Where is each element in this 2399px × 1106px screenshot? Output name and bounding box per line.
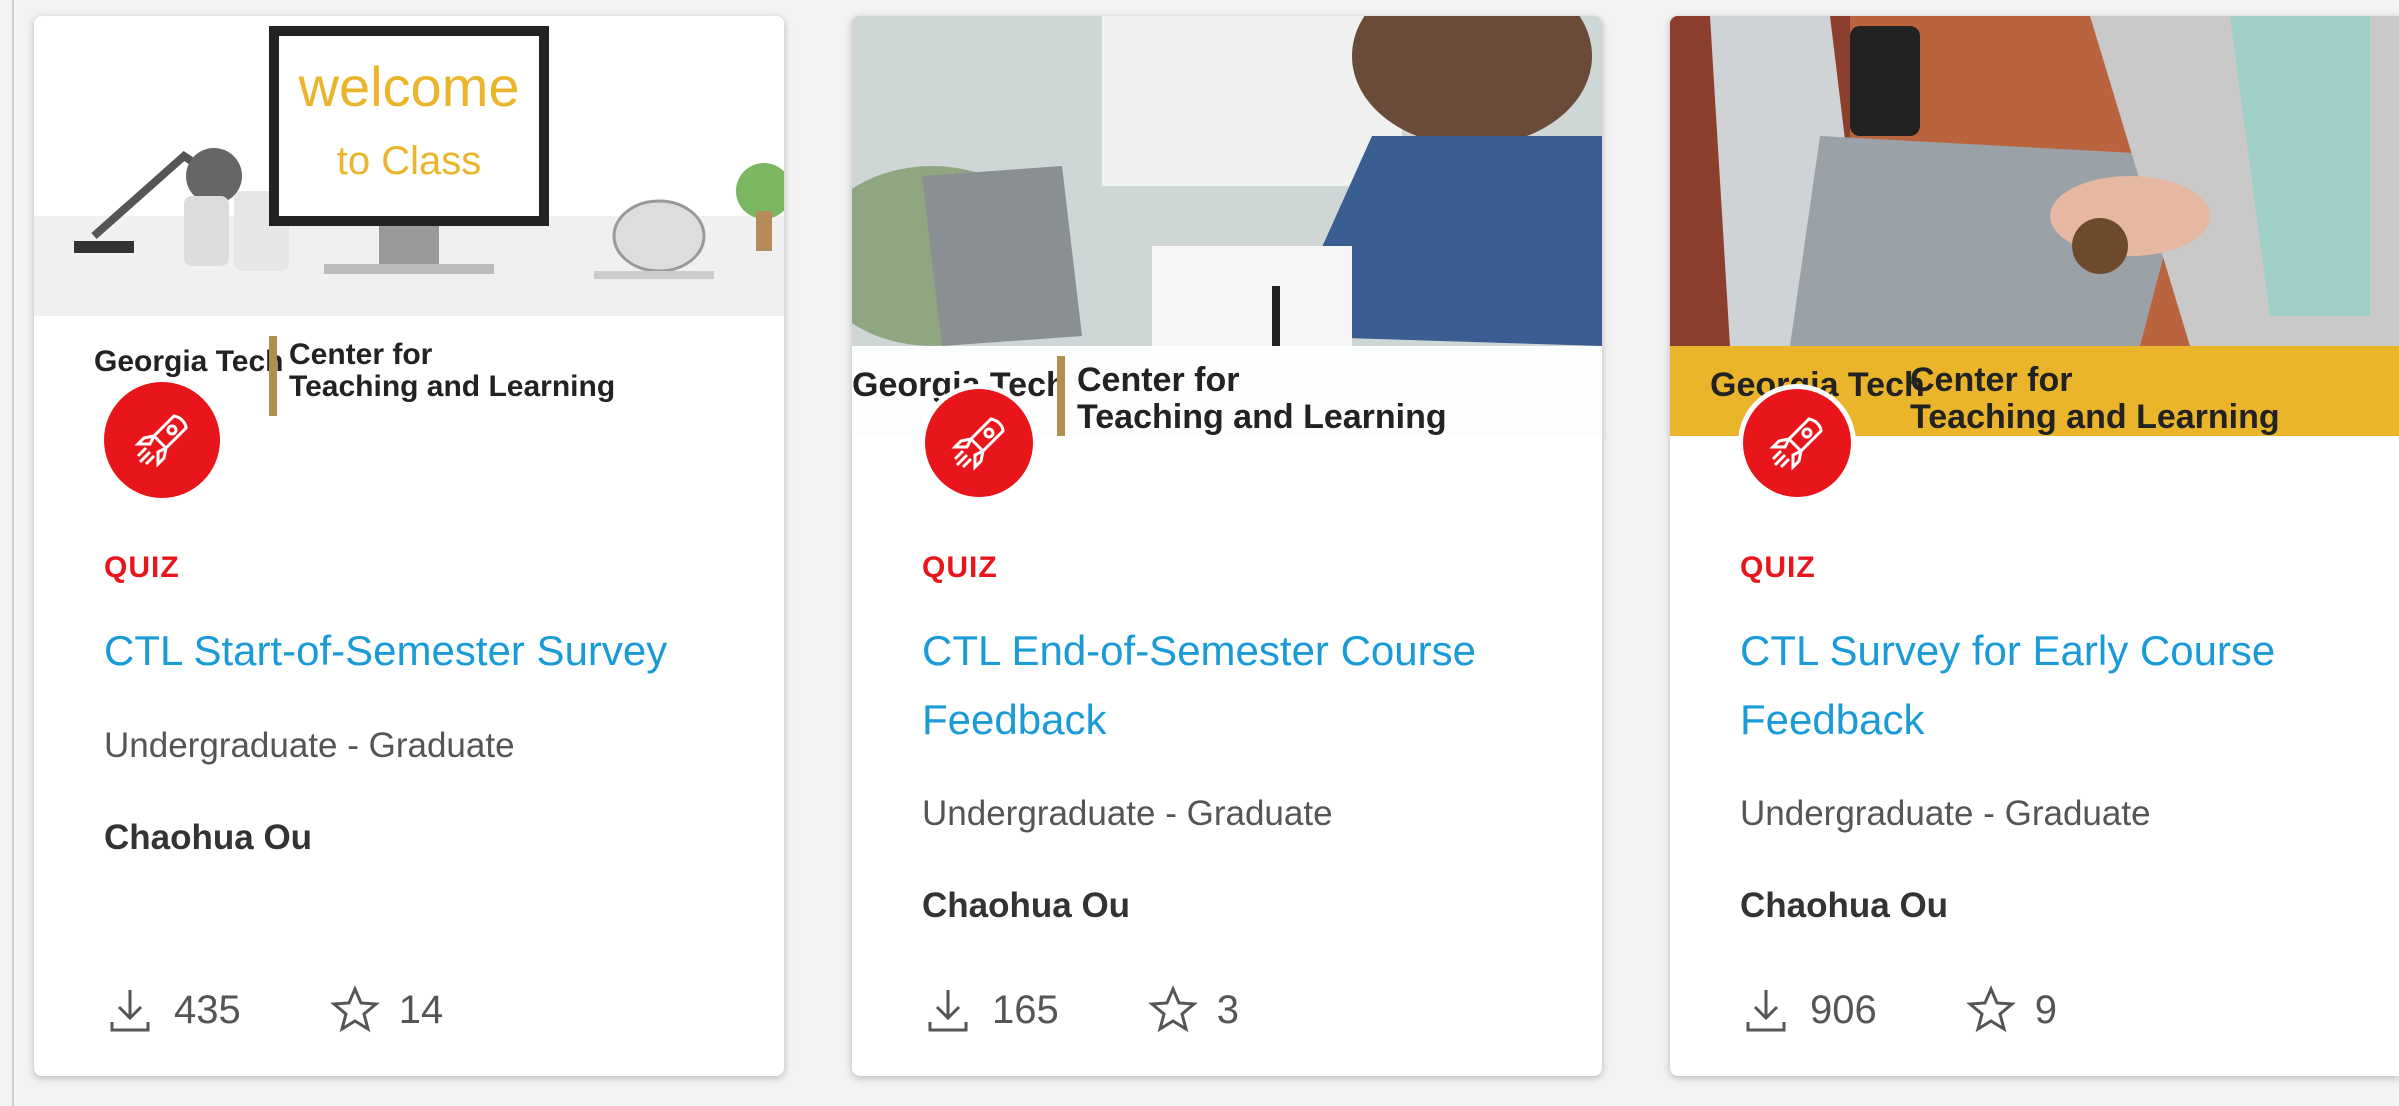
grade-level: Undergraduate - Graduate: [104, 726, 515, 765]
favorites-count: 9: [2034, 987, 2057, 1032]
resource-card[interactable]: Georgia Tech Center for Teaching and Lea…: [852, 16, 1602, 1076]
monitor-welcome-text: welcome: [298, 55, 520, 118]
logo-ctl-line2: Teaching and Learning: [1077, 398, 1447, 436]
resource-card[interactable]: welcome to Class Georgia Tech Center for…: [34, 16, 784, 1076]
resource-card[interactable]: Georgia Tech Center for Teaching and Lea…: [1670, 16, 2399, 1076]
favorites-stat[interactable]: 14: [329, 984, 444, 1036]
page-left-border: [12, 0, 14, 1106]
logo-ctl-line1: Center for: [1910, 361, 2072, 399]
download-icon: [928, 990, 968, 1032]
favorites-stat[interactable]: 9: [1965, 984, 2057, 1036]
card-stats: 435 14: [104, 984, 443, 1036]
resource-type-label: QUIZ: [922, 551, 998, 584]
logo-georgia-tech: Georgia Tech: [94, 345, 284, 378]
resource-type-label: QUIZ: [1740, 551, 1816, 584]
logo-ctl-line1: Center for: [1077, 361, 1239, 399]
resource-title-link[interactable]: CTL Start-of-Semester Survey: [104, 616, 744, 685]
card-stats: 165 3: [922, 984, 1239, 1036]
download-icon: [110, 990, 150, 1032]
author-name[interactable]: Chaohua Ou: [104, 818, 312, 858]
author-name[interactable]: Chaohua Ou: [922, 886, 1130, 926]
downloads-count: 906: [1810, 987, 1877, 1032]
downloads-count: 165: [992, 987, 1059, 1032]
card-banner-image[interactable]: welcome to Class Georgia Tech Center for…: [34, 16, 784, 436]
card-stats: 906 9: [1740, 984, 2057, 1036]
resource-type-label: QUIZ: [104, 551, 180, 584]
grade-level: Undergraduate - Graduate: [1740, 794, 2151, 833]
rocket-icon: [1769, 417, 1823, 471]
quiz-badge: [1738, 384, 1856, 502]
resource-title-link[interactable]: CTL End-of-Semester Course Feedback: [922, 616, 1562, 754]
card-banner-image[interactable]: Georgia Tech Center for Teaching and Lea…: [1670, 16, 2399, 436]
favorites-count: 3: [1216, 987, 1239, 1032]
logo-ctl-line2: Teaching and Learning: [1910, 398, 2280, 436]
downloads-stat: 435: [104, 984, 241, 1036]
logo-ctl-line2: Teaching and Learning: [289, 370, 615, 403]
downloads-count: 435: [174, 987, 241, 1032]
downloads-stat: 906: [1740, 984, 1877, 1036]
card-banner-image[interactable]: Georgia Tech Center for Teaching and Lea…: [852, 16, 1602, 436]
logo-ctl-line1: Center for: [289, 338, 433, 371]
quiz-badge: [920, 384, 1038, 502]
resource-title-link[interactable]: CTL Survey for Early Course Feedback: [1740, 616, 2380, 754]
download-icon: [1746, 990, 1786, 1032]
monitor-class-text: to Class: [337, 139, 482, 183]
star-outline-icon[interactable]: [329, 984, 381, 1036]
rocket-icon: [951, 417, 1005, 471]
grade-level: Undergraduate - Graduate: [922, 794, 1333, 833]
rocket-icon: [134, 414, 188, 468]
star-outline-icon[interactable]: [1965, 984, 2017, 1036]
downloads-stat: 165: [922, 984, 1059, 1036]
quiz-badge: [104, 382, 220, 498]
favorites-stat[interactable]: 3: [1147, 984, 1239, 1036]
favorites-count: 14: [398, 987, 444, 1032]
author-name[interactable]: Chaohua Ou: [1740, 886, 1948, 926]
star-outline-icon[interactable]: [1147, 984, 1199, 1036]
